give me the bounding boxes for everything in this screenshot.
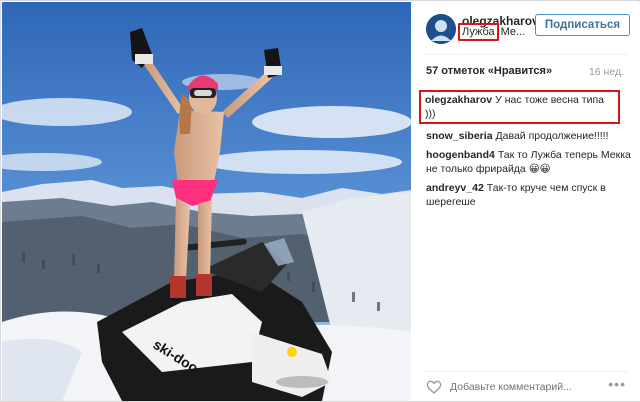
more-options-icon[interactable]: ••• <box>608 376 626 392</box>
add-comment-input[interactable] <box>450 381 600 393</box>
comment-item: hoogenband4 Так то Лужба теперь Мекка не … <box>426 148 632 176</box>
post-age[interactable]: 16 нед. <box>589 66 624 78</box>
comment-username[interactable]: olegzakharov <box>425 94 492 106</box>
comment-item: snow_siberia Давай продолжение!!!!! <box>426 129 632 143</box>
post-sidebar: olegzakharov Лужба Ме... Подписаться 57 о… <box>412 2 640 401</box>
follow-button[interactable]: Подписаться <box>535 14 630 36</box>
avatar[interactable] <box>426 14 456 44</box>
location-truncated[interactable]: Ме... <box>501 26 526 38</box>
post-header: olegzakharov Лужба Ме... Подписаться <box>412 2 640 54</box>
post-photo[interactable]: ski-doo <box>2 2 411 401</box>
comment-username[interactable]: andreyv_42 <box>426 182 484 194</box>
comments-list: olegzakharov У нас тоже весна типа ))) sn… <box>419 90 632 214</box>
heart-icon-shape <box>426 380 442 394</box>
photo-illustration: ski-doo <box>2 2 411 401</box>
heart-icon[interactable] <box>426 379 442 395</box>
location-highlighted[interactable]: Лужба <box>458 23 499 41</box>
instagram-post-embed: ski-doo olegzakharov Лужба Ме... Подписа… <box>0 0 640 402</box>
comment-text: Давай продолжение!!!!! <box>495 130 609 142</box>
header-divider <box>424 54 628 55</box>
comment-item: andreyv_42 Так-то круче чем спуск в шерег… <box>426 181 632 209</box>
post-location[interactable]: Лужба Ме... <box>458 23 525 41</box>
comment-username[interactable]: hoogenband4 <box>426 149 495 161</box>
likes-count[interactable]: 57 отметок «Нравится» <box>426 65 552 77</box>
comment-username[interactable]: snow_siberia <box>426 130 493 142</box>
footer-divider <box>424 371 628 372</box>
comment-item: olegzakharov У нас тоже весна типа ))) <box>419 90 620 124</box>
avatar-image <box>426 14 456 44</box>
